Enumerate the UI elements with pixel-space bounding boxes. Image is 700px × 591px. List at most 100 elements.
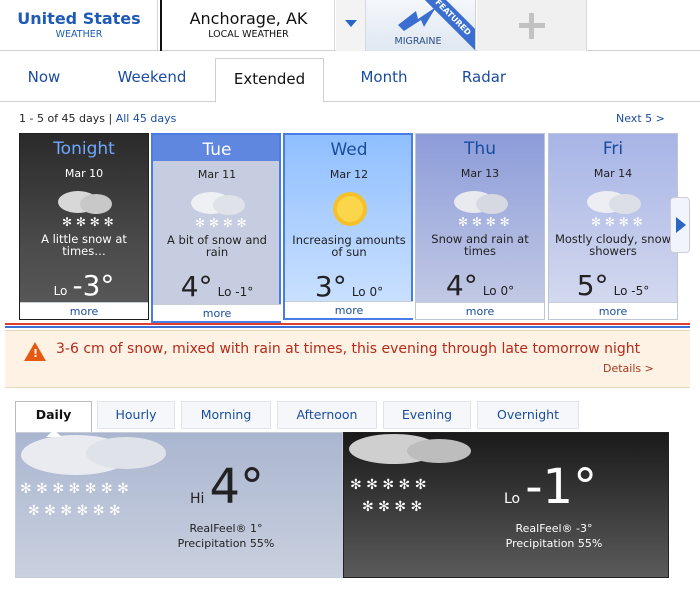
tab-daily[interactable]: Daily (15, 401, 92, 432)
day-range: 1 - 5 of 45 days | All 45 days (19, 112, 176, 125)
tab-hourly[interactable]: Hourly (97, 401, 175, 429)
forecast-temp: 5° Lo -5° (549, 269, 677, 302)
daytime-detail: ✻ ✻ ✻ ✻ ✻ ✻ ✻ ✻ ✻ ✻ ✻ ✻ ✻ Hi 4° RealFeel… (15, 432, 343, 578)
temp-low: Lo -5° (613, 284, 650, 298)
more-link[interactable]: more (20, 302, 148, 319)
forecast-date: Mar 14 (593, 167, 633, 180)
low-prefix: Lo (504, 491, 521, 507)
forecast-date: Mar 11 (197, 168, 237, 181)
all-days-link[interactable]: All 45 days (116, 112, 177, 125)
forecast-day: Fri (602, 139, 624, 159)
forecast-temp: 4° Lo -1° (153, 270, 281, 303)
warning-icon: ! (24, 342, 46, 361)
day-range-text: 1 - 5 of 45 days | (19, 112, 113, 125)
low-value: -1° (525, 459, 598, 515)
country-subtitle: WEATHER (55, 29, 103, 40)
realfeel-day: RealFeel® 1° (189, 522, 263, 535)
forecast-temp: 4° Lo 0° (416, 269, 544, 302)
tab-united-states-weather[interactable]: United States WEATHER (0, 0, 158, 51)
more-link[interactable]: more (416, 302, 544, 319)
snow-cloud-icon: ✻ ✻ ✻ ✻ ✻ ✻ ✻ ✻ ✻ (349, 434, 471, 515)
active-tab-caret (46, 430, 62, 437)
divider-blue (5, 326, 690, 328)
more-link[interactable]: more (285, 301, 413, 318)
plus-icon-bar (529, 13, 534, 39)
forecast-day: Thu (464, 139, 496, 159)
night-info: RealFeel® -3° Precipitation 55% (484, 521, 624, 551)
temp-low: Lo -1° (217, 285, 254, 299)
forecast-day: Tue (202, 140, 232, 160)
high-temp: Hi 4° (190, 463, 264, 511)
forecast-description: Mostly cloudy, snow showers (554, 232, 672, 258)
add-location-button[interactable] (477, 0, 587, 51)
precipitation-night: Precipitation 55% (505, 537, 603, 550)
day-info: RealFeel® 1° Precipitation 55% (156, 521, 296, 551)
tab-evening[interactable]: Evening (383, 401, 471, 429)
temp-main: -3° (72, 269, 115, 302)
tab-local-weather[interactable]: Anchorage, AK LOCAL WEATHER (160, 0, 335, 51)
high-prefix: Hi (190, 491, 205, 507)
snow-rain-cloud-icon: ✻ ✻ ✻ ✻ (454, 191, 510, 229)
forecast-card-thu[interactable]: Thu Mar 13 ✻ ✻ ✻ ✻ Snow and rain at time… (415, 133, 545, 320)
migraine-label: MIGRAINE (394, 36, 442, 47)
temp-prefix: Lo (53, 284, 68, 298)
temp-main: 3° (314, 270, 347, 303)
tab-afternoon[interactable]: Afternoon (277, 401, 377, 429)
svg-text:✻ ✻ ✻ ✻: ✻ ✻ ✻ ✻ (195, 216, 247, 230)
alert-message: 3-6 cm of snow, mixed with rain at times… (56, 341, 641, 357)
forecast-date: Mar 12 (329, 168, 369, 181)
svg-text:✻ ✻ ✻ ✻ ✻ ✻ ✻: ✻ ✻ ✻ ✻ ✻ ✻ ✻ (20, 481, 129, 497)
tab-month[interactable]: Month (345, 52, 423, 102)
tab-radar[interactable]: Radar (450, 52, 518, 102)
temp-main: 4° (445, 269, 478, 302)
forecast-date: Mar 13 (460, 167, 500, 180)
snow-cloud-icon: ✻ ✻ ✻ ✻ (58, 191, 114, 229)
country-title: United States (17, 9, 141, 28)
alert-details-link[interactable]: Details > (603, 362, 654, 375)
next-days-arrow[interactable] (670, 197, 690, 253)
forecast-temp: Lo -3° (20, 269, 148, 302)
tab-extended[interactable]: Extended (215, 58, 324, 103)
forecast-description: A little snow at times… (41, 232, 127, 258)
tab-morning[interactable]: Morning (181, 401, 271, 429)
location-dropdown-button[interactable] (336, 0, 366, 51)
forecast-description: Snow and rain at times (431, 232, 529, 258)
tab-weekend[interactable]: Weekend (103, 52, 201, 102)
migraine-tab[interactable]: FEATURED MIGRAINE (366, 0, 476, 51)
svg-text:✻ ✻ ✻ ✻: ✻ ✻ ✻ ✻ (458, 215, 510, 229)
forecast-card-wed[interactable]: Wed Mar 12 Increasing amounts of sun 3° … (283, 133, 413, 320)
forecast-day: Tonight (53, 139, 115, 159)
forecast-temp: 3° Lo 0° (285, 270, 413, 303)
forecast-card-tue[interactable]: Tue Mar 11 ✻ ✻ ✻ ✻ A bit of snow and rai… (151, 133, 281, 323)
city-subtitle: LOCAL WEATHER (208, 29, 289, 40)
forecast-date: Mar 10 (64, 167, 104, 180)
more-link[interactable]: more (153, 304, 281, 321)
snow-cloud-icon: ✻ ✻ ✻ ✻ (587, 191, 643, 229)
svg-text:✻ ✻ ✻ ✻: ✻ ✻ ✻ ✻ (362, 499, 422, 515)
forecast-description: Increasing amounts of sun (292, 233, 406, 259)
low-temp: Lo -1° (504, 463, 597, 511)
forecast-card-fri[interactable]: Fri Mar 14 ✻ ✻ ✻ ✻ Mostly cloudy, snow s… (548, 133, 678, 320)
nighttime-detail: ✻ ✻ ✻ ✻ ✻ ✻ ✻ ✻ ✻ Lo -1° RealFeel® -3° P… (343, 432, 669, 578)
temp-low: Lo 0° (482, 284, 515, 298)
high-value: 4° (209, 459, 265, 515)
temp-main: 5° (576, 269, 609, 302)
divider-red (5, 323, 690, 325)
sun-icon (333, 192, 367, 226)
svg-text:✻ ✻ ✻ ✻: ✻ ✻ ✻ ✻ (62, 215, 114, 229)
forecast-card-tonight[interactable]: Tonight Mar 10 ✻ ✻ ✻ ✻ A little snow at … (19, 133, 149, 320)
chevron-right-icon (676, 217, 686, 233)
svg-text:✻ ✻ ✻ ✻ ✻: ✻ ✻ ✻ ✻ ✻ (350, 477, 426, 493)
realfeel-night: RealFeel® -3° (515, 522, 593, 535)
tab-now[interactable]: Now (18, 52, 70, 102)
tab-overnight[interactable]: Overnight (477, 401, 579, 429)
more-link[interactable]: more (549, 302, 677, 319)
temp-main: 4° (180, 270, 213, 303)
svg-text:✻ ✻ ✻ ✻ ✻ ✻: ✻ ✻ ✻ ✻ ✻ ✻ (28, 503, 121, 519)
forecast-description: A bit of snow and rain (167, 233, 267, 259)
weather-alert: ! 3-6 cm of snow, mixed with rain at tim… (5, 330, 690, 388)
forecast-nav: Now Weekend Extended Month Radar (0, 52, 700, 103)
next-5-link[interactable]: Next 5 > (616, 112, 665, 125)
temp-low: Lo 0° (351, 285, 384, 299)
forecast-day: Wed (330, 140, 368, 160)
